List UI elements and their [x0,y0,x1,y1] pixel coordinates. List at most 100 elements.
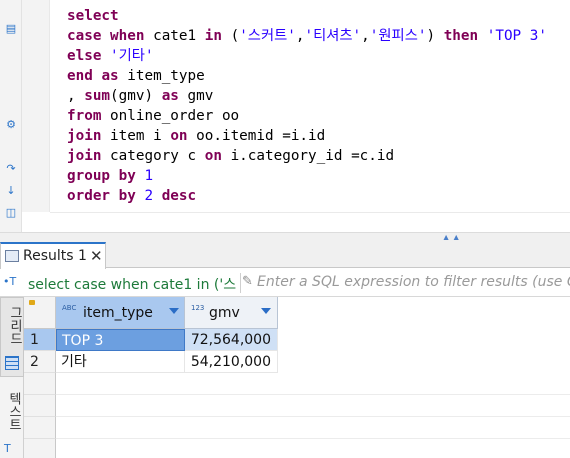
sql-token: ( [230,28,240,44]
sql-keyword: join [67,128,111,144]
sort-dropdown-icon[interactable] [261,308,271,314]
sql-keyword: on [170,128,197,144]
code-line[interactable]: case when cate1 in ('스커트','티셔츠','원피스') t… [67,26,547,46]
filter-bar: •T select case when cate1 in ('스 ✎ Enter… [0,269,570,297]
sql-token: ) [426,28,444,44]
grid-icon [5,356,19,370]
code-line[interactable]: order by 2 desc [67,186,547,206]
sql-token: item i [110,128,171,144]
panel-splitter[interactable] [0,232,570,240]
sql-keyword: join [67,148,111,164]
empty-line [56,395,570,417]
sql-token: (gmv) [110,88,162,104]
empty-row [24,373,56,395]
sql-keyword: in [204,28,231,44]
export-icon[interactable]: ↷ [3,162,19,176]
sql-keyword: by [118,188,145,204]
sql-keyword: desc [161,188,197,204]
sql-keyword: sum [84,88,111,104]
sql-string: '원피스' [369,28,427,44]
sql-keyword: on [204,148,231,164]
sql-keyword: end [67,68,102,84]
console-icon[interactable]: ▤ [3,22,19,36]
close-icon[interactable]: ✕ [90,247,103,265]
empty-line [56,417,570,439]
column-name: item_type [83,305,153,321]
tab-label: Results 1 [23,248,87,264]
sql-keyword: else [67,48,111,64]
results-grid: ABC item_type 123 gmv 1 TOP 3 72,564,000… [24,297,570,458]
sql-keyword: case [67,28,111,44]
column-header-gmv[interactable]: 123 gmv [185,297,278,329]
editor-toolbar: ▤ ⚙ ↷ ↓ ◫ [0,0,22,232]
code-line[interactable]: else '기타' [67,46,547,66]
column-name: gmv [209,305,240,321]
sql-string: '기타' [110,48,154,64]
query-text: select case when cate1 in ('스 [28,277,237,293]
code-line[interactable]: from online_order oo [67,106,547,126]
table-cell[interactable]: TOP 3 [56,329,185,351]
grid-tab-label: 그리드 [7,306,22,345]
sql-keyword: when [110,28,154,44]
table-cell[interactable]: 54,210,000 [185,351,278,373]
settings-icon[interactable]: ⚙ [3,118,19,132]
table-cell[interactable]: 72,564,000 [185,329,278,351]
sort-dropdown-icon[interactable] [169,308,179,314]
dbeaver-window: ▤ ⚙ ↷ ↓ ◫ select case when cate1 in ('스커트… [0,0,570,458]
tab-grid[interactable]: 그리드 [0,297,24,377]
sql-filter-icon[interactable]: •T [3,275,16,288]
sql-token: , [67,88,85,104]
code-line[interactable]: select [67,6,547,26]
sql-keyword: from [67,108,111,124]
sql-keyword: then [443,28,487,44]
empty-row [24,417,56,439]
grid-corner[interactable] [24,297,56,329]
line-number-gutter [22,0,50,212]
table-icon [5,250,19,262]
empty-row [24,439,56,458]
sql-keyword: as [161,88,188,104]
sql-number: 1 [144,168,154,184]
sql-string: '티셔츠' [304,28,362,44]
filter-divider [240,273,241,293]
sql-token: category c [110,148,205,164]
empty-line [56,373,570,395]
sql-token: item_type [127,68,205,84]
lock-icon [29,300,35,305]
sql-token: gmv [187,88,214,104]
empty-row [24,395,56,417]
edit-icon[interactable]: ✎ [242,274,253,289]
sql-token: oo.itemid =i.id [196,128,326,144]
sql-token: online_order oo [110,108,240,124]
row-number[interactable]: 2 [24,351,56,373]
sql-keyword: group [67,168,119,184]
sql-token: , [361,28,370,44]
column-header-item-type[interactable]: ABC item_type [56,297,185,329]
code-line[interactable]: , sum(gmv) as gmv [67,86,547,106]
sql-string: 'TOP 3' [486,28,547,44]
sql-token: i.category_id =c.id [230,148,395,164]
table-cell[interactable]: 기타 [56,351,185,373]
text-tab-label[interactable]: 텍스트 [4,392,23,431]
import-icon[interactable]: ↓ [3,184,19,198]
sql-keyword: as [101,68,128,84]
code-line[interactable]: join category c on i.category_id =c.id [67,146,547,166]
code-line[interactable]: end as item_type [67,66,547,86]
script-icon[interactable]: ◫ [3,206,19,220]
sql-number: 2 [144,188,162,204]
filter-input[interactable]: Enter a SQL expression to filter results… [257,274,570,290]
text-type-icon: ABC [62,304,77,312]
sql-keyword: select [67,8,119,24]
code-line[interactable]: join item i on oo.itemid =i.id [67,126,547,146]
code-line[interactable]: group by 1 [67,166,547,186]
sql-editor[interactable]: select case when cate1 in ('스커트','티셔츠','원… [67,6,547,206]
row-number[interactable]: 1 [24,329,56,351]
text-icon: T [4,442,11,455]
editor-horizontal-scrollbar[interactable] [50,212,570,232]
sql-token: cate1 [153,28,205,44]
tab-results-1[interactable]: Results 1 ✕ [0,242,106,269]
grid-header: ABC item_type 123 gmv [24,297,570,329]
sql-keyword: order [67,188,119,204]
number-type-icon: 123 [191,304,205,312]
sql-keyword: by [118,168,145,184]
